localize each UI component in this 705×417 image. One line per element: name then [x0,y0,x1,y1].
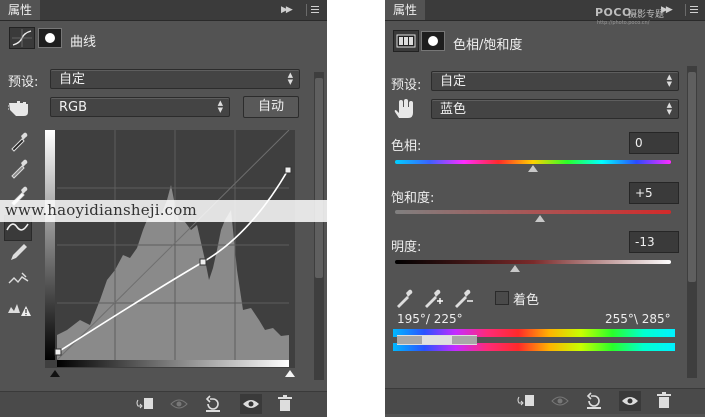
range-slider-core[interactable] [422,336,452,344]
reset-icon[interactable] [583,391,605,411]
mask-icon[interactable] [38,28,62,48]
saturation-input[interactable]: +5 [629,182,679,204]
preset-label: 预设: [8,75,39,90]
chevron-updown-icon: ▲ ▼ [666,101,672,116]
channel-value: 蓝色 [440,102,467,117]
trash-icon[interactable] [274,394,296,414]
gray-point-eyedropper-icon[interactable] [6,157,32,181]
output-gradient-bar [57,360,289,367]
properties-tab[interactable]: 属性 [0,0,41,20]
curve-point [54,348,62,356]
poco-logo: POCO 摄影专题 http://photo.poco.cn/ [595,6,685,34]
panel-footer [385,388,705,414]
trash-icon[interactable] [653,391,675,411]
curves-graph[interactable] [45,130,295,368]
subtract-from-sample-eyedropper-icon[interactable] [451,286,477,310]
panel-title: 色相/饱和度 [453,38,523,53]
hue-input[interactable]: 0 [629,132,679,154]
view-previous-icon[interactable] [549,391,571,411]
black-point-eyedropper-icon[interactable] [6,130,32,154]
preset-select[interactable]: 自定 ▲ ▼ [50,69,300,89]
preset-select[interactable]: 自定 ▲ ▼ [431,71,679,91]
panel-menu-icon[interactable] [306,4,321,16]
lightness-input[interactable]: -13 [629,231,679,253]
black-point-slider[interactable] [50,370,60,377]
lightness-slider-thumb[interactable] [510,265,521,272]
hue-slider-track[interactable] [395,160,671,164]
pencil-icon[interactable] [6,242,32,266]
panel-scrollbar[interactable] [687,66,697,378]
saturation-slider-thumb[interactable] [534,215,545,222]
range-slider[interactable] [397,335,477,345]
logo-url: http://photo.poco.cn/ [597,20,650,26]
input-gradient-bar [45,130,55,360]
curves-icon [9,27,35,49]
reset-icon[interactable] [202,394,224,414]
view-previous-icon[interactable] [168,394,190,414]
white-point-slider[interactable] [285,370,295,377]
properties-tab[interactable]: 属性 [385,0,426,20]
smooth-curve-icon[interactable] [6,269,32,293]
panel-menu-icon[interactable] [685,4,700,16]
channel-select[interactable]: 蓝色 ▲ ▼ [431,99,679,119]
scrollbar-thumb[interactable] [688,72,696,282]
add-to-sample-eyedropper-icon[interactable] [421,286,447,310]
channel-value: RGB [59,100,88,115]
hue-slider-thumb[interactable] [528,165,538,172]
preset-value: 自定 [59,72,86,87]
saturation-label: 饱和度: [391,191,435,206]
watermark: www.haoyidiansheji.com [0,200,327,222]
chevron-updown-icon: ▲ ▼ [666,73,672,88]
panel-tab-bar: 属性 ▶▶ [0,0,327,21]
panel-scrollbar[interactable] [314,72,324,380]
clip-to-layer-icon[interactable] [134,394,156,414]
colorize-label: 着色 [513,293,540,308]
clip-to-layer-icon[interactable] [515,391,537,411]
collapse-panel-icon[interactable]: ▶▶ [281,0,293,20]
panel-footer [0,391,327,417]
hue-label: 色相: [391,139,422,154]
preset-label: 预设: [391,78,422,93]
curves-properties-panel: 属性 ▶▶ 曲线 预设: 自定 ▲ ▼ RGB ▲ ▼ 自动 www.haoyi… [0,0,327,417]
eye-icon[interactable] [240,394,262,414]
clipping-warning-icon[interactable] [6,297,32,321]
watermark-text: www.haoyidiansheji.com [5,201,197,219]
panel-title: 曲线 [70,35,97,50]
range-left-value: 195°/ 225° [397,312,463,326]
curve-point [199,258,207,266]
lightness-slider-track[interactable] [395,260,671,264]
hand-pointer-icon[interactable] [7,96,33,120]
channel-select[interactable]: RGB ▲ ▼ [50,97,230,117]
colorize-checkbox[interactable] [495,291,509,305]
eye-icon[interactable] [619,391,641,411]
curve-point [284,166,292,174]
logo-brand: POCO [595,6,632,19]
chevron-updown-icon: ▲ ▼ [217,99,223,114]
mask-icon[interactable] [421,31,445,51]
scrollbar-thumb[interactable] [315,78,323,278]
hue-saturation-properties-panel: 属性 ▶▶ 色相/饱和度 POCO 摄影专题 http://photo.poco… [385,0,705,417]
saturation-slider-track[interactable] [395,210,671,214]
hand-pointer-icon[interactable] [391,98,417,122]
chevron-updown-icon: ▲ ▼ [287,71,293,86]
preset-value: 自定 [440,74,467,89]
hue-saturation-icon [393,30,419,52]
auto-button[interactable]: 自动 [243,96,299,118]
lightness-label: 明度: [391,240,422,255]
logo-name: 摄影专题 [628,10,665,20]
range-right-value: 255°\ 285° [605,312,671,326]
eyedropper-icon[interactable] [393,286,419,310]
